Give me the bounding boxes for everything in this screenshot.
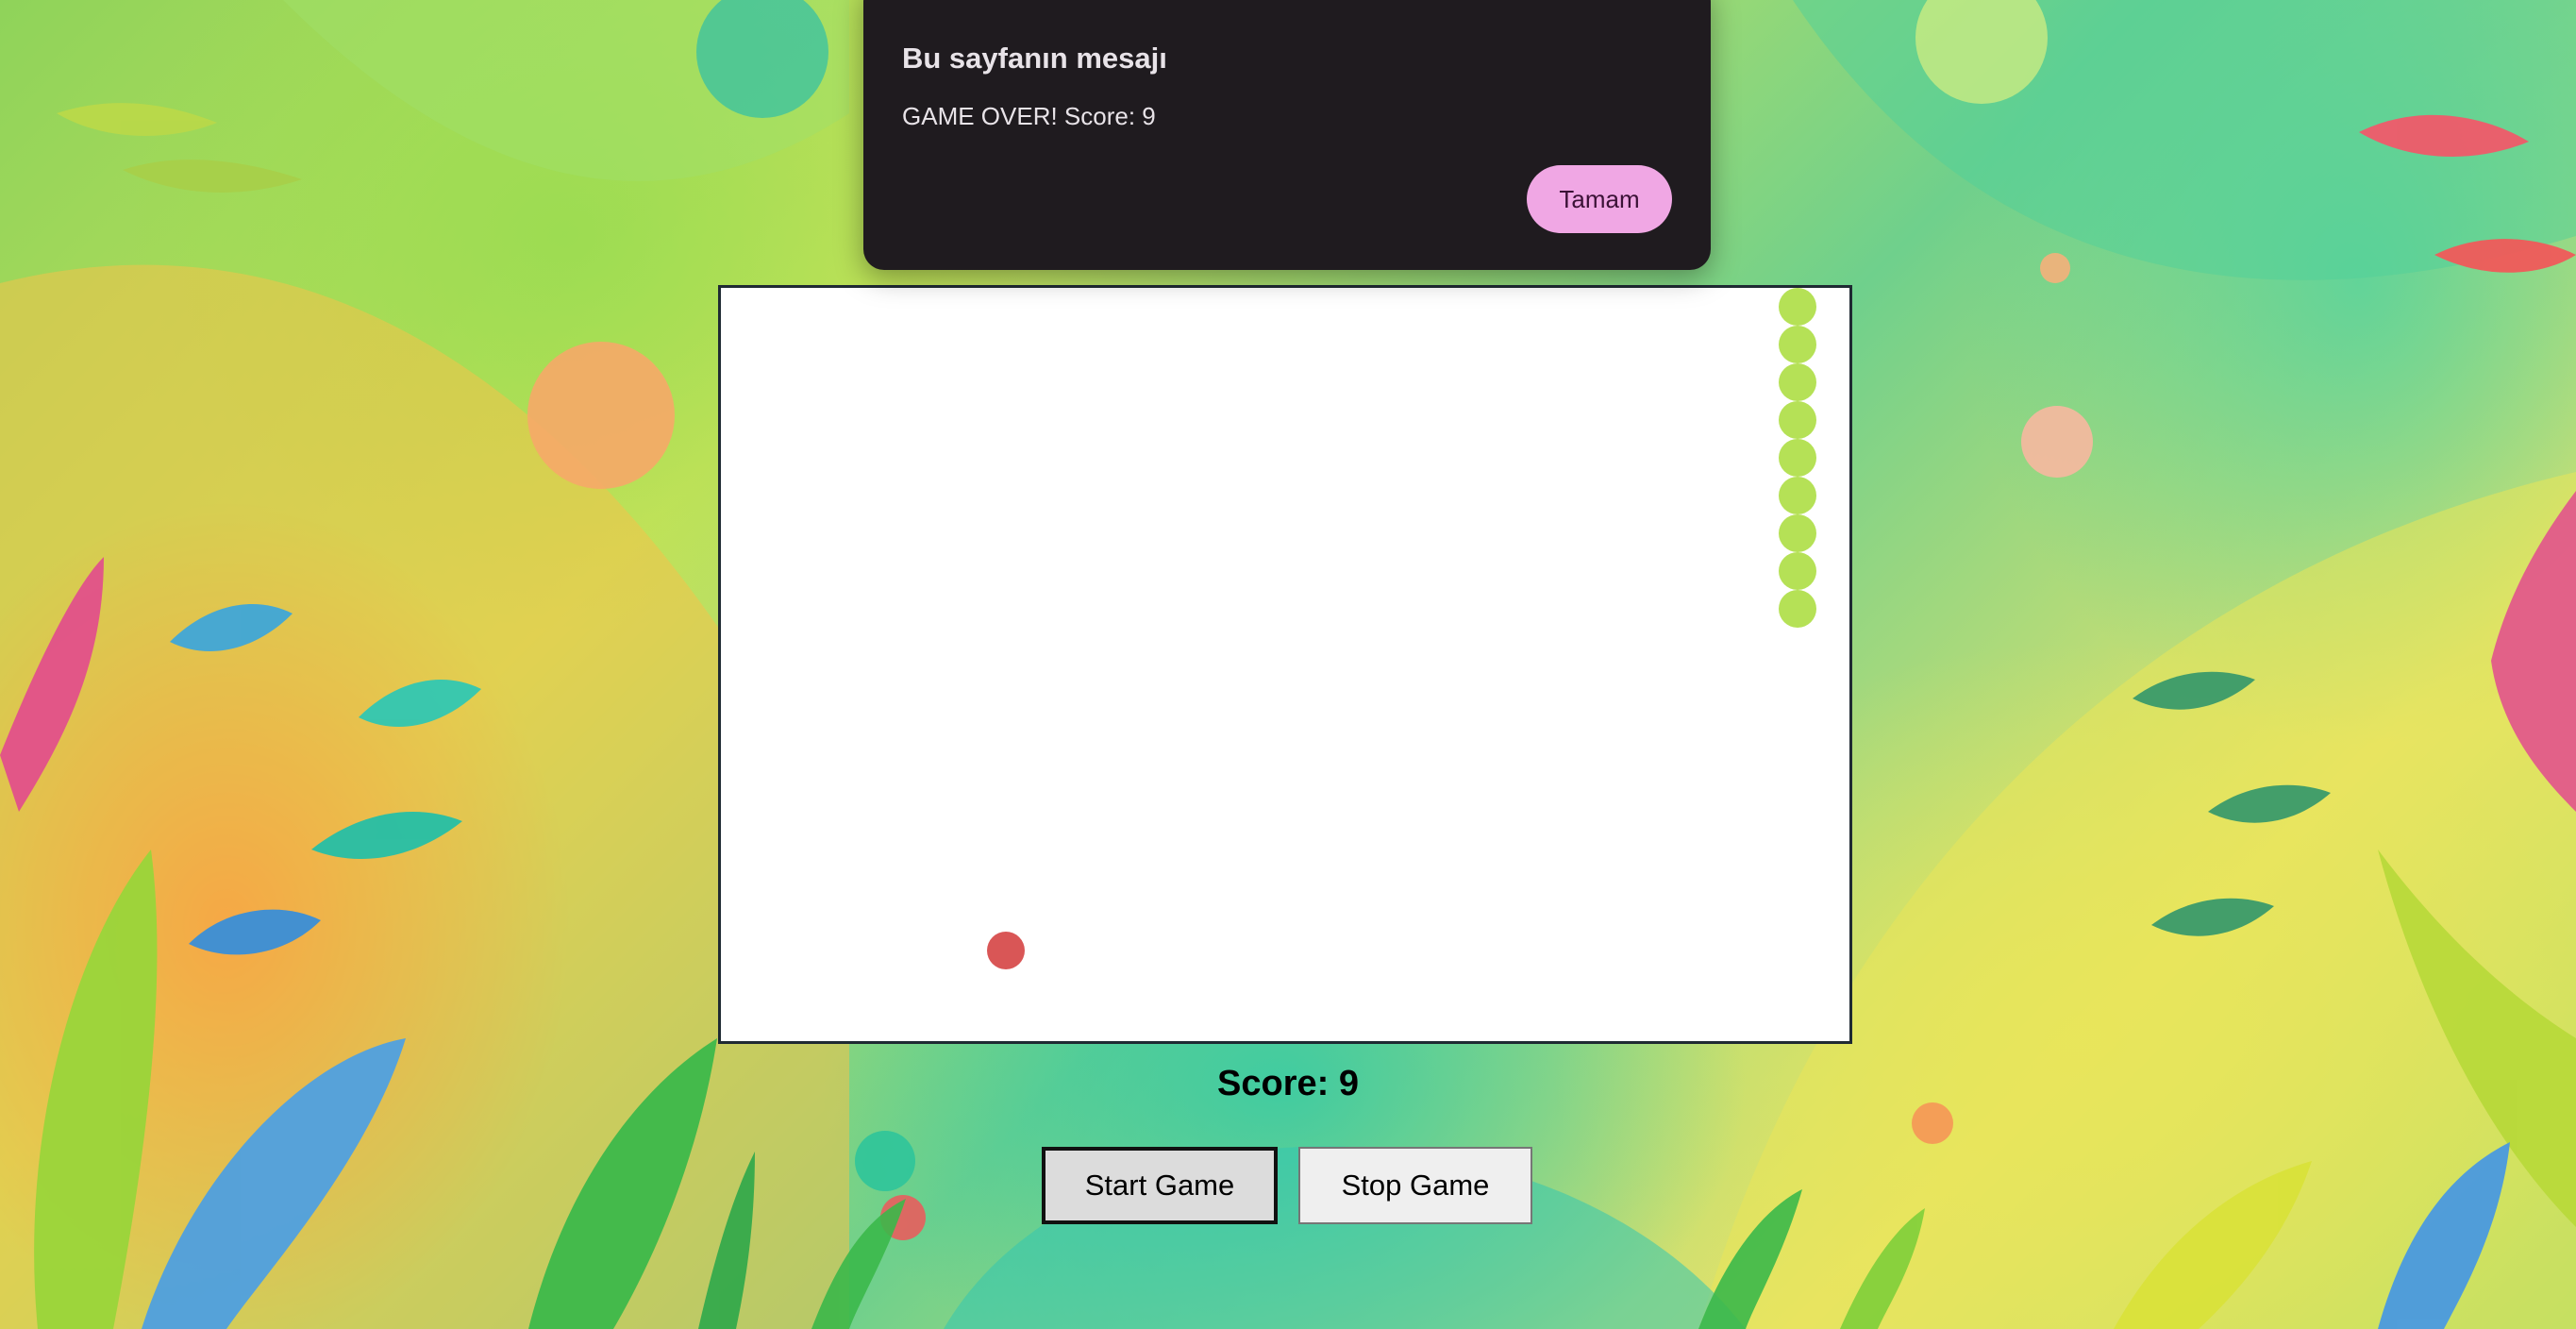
snake-segment — [1779, 590, 1816, 628]
orb-decoration — [527, 342, 675, 489]
snake-segment — [1779, 439, 1816, 477]
start-game-label: Start Game — [1084, 1169, 1235, 1202]
food-item — [987, 932, 1025, 969]
stop-game-button[interactable]: Stop Game — [1298, 1147, 1532, 1224]
game-canvas — [987, 288, 1816, 969]
score-label: Score: 9 — [1217, 1064, 1359, 1103]
orb-decoration — [2021, 406, 2093, 478]
snake-segment — [1779, 363, 1816, 401]
dialog-ok-button[interactable]: Tamam — [1527, 165, 1672, 233]
snake-segment — [1779, 514, 1816, 552]
dialog-title: Bu sayfanın mesajı — [902, 42, 1167, 75]
dialog-message: GAME OVER! Score: 9 — [902, 102, 1156, 130]
leaf-decoration — [57, 103, 217, 136]
alert-dialog: Bu sayfanın mesajı GAME OVER! Score: 9 T… — [863, 0, 1711, 270]
start-game-button[interactable]: Start Game — [1042, 1147, 1278, 1224]
snake-segment — [1779, 288, 1816, 326]
snake-segment — [1779, 401, 1816, 439]
snake-segment — [1779, 326, 1816, 363]
game-page: Score: 9 Start Game Stop Game Bu sayfanı… — [0, 0, 2576, 1329]
snake-segment — [1779, 552, 1816, 590]
orb-decoration — [855, 1131, 915, 1191]
stop-game-label: Stop Game — [1341, 1169, 1490, 1202]
game-board[interactable] — [718, 285, 1852, 1044]
orb-decoration — [2040, 253, 2070, 283]
score-display: Score: 9 — [1099, 1064, 1477, 1104]
snake-segment — [1779, 477, 1816, 514]
dialog-ok-label: Tamam — [1559, 184, 1640, 213]
orb-decoration — [1912, 1102, 1953, 1144]
leaf-decoration — [123, 160, 302, 193]
